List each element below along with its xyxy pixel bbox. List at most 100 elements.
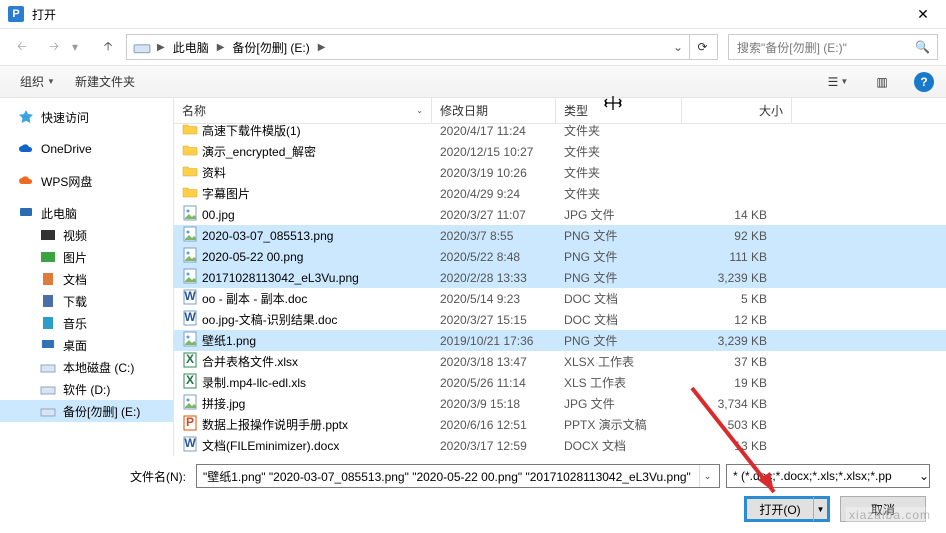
file-row[interactable]: X合并表格文件.xlsx2020/3/18 13:47XLSX 工作表37 KB (174, 351, 946, 372)
file-type: 文件夹 (556, 185, 682, 202)
nav-up-button[interactable]: 🡡 (94, 33, 122, 61)
sidebar-this-pc[interactable]: 此电脑 (0, 202, 173, 224)
sidebar-drive-c[interactable]: 本地磁盘 (C:) (0, 356, 173, 378)
file-size: 3,734 KB (682, 397, 775, 411)
preview-pane-button[interactable]: ▥ (862, 75, 902, 89)
file-icon (182, 163, 198, 182)
file-size: 19 KB (682, 376, 775, 390)
file-row[interactable]: 20171028113042_eL3Vu.png2020/2/28 13:33P… (174, 267, 946, 288)
file-row[interactable]: 壁纸1.png2019/10/21 17:36PNG 文件3,239 KB (174, 330, 946, 351)
open-button[interactable]: 打开(O) ▼ (744, 496, 830, 522)
help-icon[interactable]: ? (914, 72, 934, 92)
file-type: 文件夹 (556, 124, 682, 139)
sidebar-onedrive[interactable]: OneDrive (0, 138, 173, 160)
address-bar[interactable]: ▶ 此电脑 ▶ 备份[勿删] (E:) ▶ ⌄ ⟳ (126, 34, 718, 60)
file-row[interactable]: Woo.jpg-文稿-识别结果.doc2020/3/27 15:15DOC 文档… (174, 309, 946, 330)
file-type: JPG 文件 (556, 395, 682, 412)
filter-dropdown[interactable]: ⌄ (919, 469, 929, 483)
file-name: 2020-03-07_085513.png (202, 229, 333, 243)
file-size: 92 KB (682, 229, 775, 243)
file-size: 503 KB (682, 418, 775, 432)
filename-input[interactable]: "壁纸1.png" "2020-03-07_085513.png" "2020-… (196, 464, 720, 488)
sidebar-downloads[interactable]: 下载 (0, 290, 173, 312)
breadcrumb-segment-0[interactable]: 此电脑 (167, 35, 215, 59)
chevron-right-icon[interactable]: ▶ (215, 42, 227, 53)
file-type-filter[interactable]: * (*.doc;*.docx;*.xls;*.xlsx;*.pp ⌄ (726, 464, 930, 488)
column-headers: 名称⌄ 修改日期 类型 大小 (174, 98, 946, 124)
file-icon (182, 142, 198, 161)
address-dropdown[interactable]: ⌄ (667, 40, 689, 54)
view-mode-button[interactable]: ☰ ▼ (818, 75, 858, 89)
file-row[interactable]: X录制.mp4-llc-edl.xls2020/5/26 11:14XLS 工作… (174, 372, 946, 393)
file-size: 37 KB (682, 355, 775, 369)
sidebar-drive-e[interactable]: 备份[勿删] (E:) (0, 400, 173, 422)
sidebar-desktop[interactable]: 桌面 (0, 334, 173, 356)
sidebar-videos[interactable]: 视频 (0, 224, 173, 246)
file-row[interactable]: P数据上报操作说明手册.pptx2020/6/16 12:51PPTX 演示文稿… (174, 414, 946, 435)
new-folder-button[interactable]: 新建文件夹 (67, 70, 143, 93)
drive-icon (40, 381, 56, 397)
column-name[interactable]: 名称⌄ (174, 98, 432, 123)
open-split-dropdown[interactable]: ▼ (813, 497, 827, 521)
column-date[interactable]: 修改日期 (432, 98, 556, 123)
organize-button[interactable]: 组织▼ (12, 70, 63, 93)
file-row[interactable]: 高速下载件模版(1)2020/4/17 11:24文件夹 (174, 124, 946, 141)
file-type: XLSX 工作表 (556, 353, 682, 370)
file-date: 2020/3/27 11:07 (432, 208, 556, 222)
nav-recent-dropdown[interactable]: ▾ (72, 40, 90, 54)
sidebar-music[interactable]: 音乐 (0, 312, 173, 334)
search-input[interactable]: 搜索"备份[勿删] (E:)" 🔍 (728, 34, 938, 60)
sidebar-documents[interactable]: 文档 (0, 268, 173, 290)
file-icon: W (182, 436, 198, 455)
file-row[interactable]: 拼接.jpg2020/3/9 15:18JPG 文件3,734 KB (174, 393, 946, 414)
file-row[interactable]: 00.jpg2020/3/27 11:07JPG 文件14 KB (174, 204, 946, 225)
file-row[interactable]: 字幕图片2020/4/29 9:24文件夹 (174, 183, 946, 204)
file-type: DOC 文档 (556, 311, 682, 328)
refresh-button[interactable]: ⟳ (689, 35, 715, 59)
file-type: PNG 文件 (556, 332, 682, 349)
close-button[interactable]: ✕ (900, 0, 946, 29)
file-row[interactable]: 资料2020/3/19 10:26文件夹 (174, 162, 946, 183)
column-type[interactable]: 类型 (556, 98, 682, 123)
file-row[interactable]: W文档(FILEminimizer).docx2020/3/17 12:59DO… (174, 435, 946, 456)
file-type: DOCX 文档 (556, 437, 682, 454)
file-row[interactable]: 演示_encrypted_解密2020/12/15 10:27文件夹 (174, 141, 946, 162)
sidebar-drive-d[interactable]: 软件 (D:) (0, 378, 173, 400)
sidebar-pictures[interactable]: 图片 (0, 246, 173, 268)
file-row[interactable]: 2020-03-07_085513.png2020/3/7 8:55PNG 文件… (174, 225, 946, 246)
search-icon[interactable]: 🔍 (915, 40, 933, 54)
file-icon (182, 205, 198, 224)
desktop-icon (40, 337, 56, 353)
file-size: 5 KB (682, 292, 775, 306)
chevron-right-icon[interactable]: ▶ (155, 42, 167, 53)
file-row[interactable]: 2020-05-22 00.png2020/5/22 8:48PNG 文件111… (174, 246, 946, 267)
nav-forward-button[interactable]: 🡢 (40, 33, 68, 61)
file-date: 2020/12/15 10:27 (432, 145, 556, 159)
file-name: 拼接.jpg (202, 395, 245, 412)
file-list[interactable]: 高速下载件模版(1)2020/4/17 11:24文件夹演示_encrypted… (174, 124, 946, 456)
pictures-icon (40, 249, 56, 265)
filename-dropdown[interactable]: ⌄ (699, 465, 715, 487)
music-icon (40, 315, 56, 331)
file-date: 2020/3/18 13:47 (432, 355, 556, 369)
breadcrumb-segment-1[interactable]: 备份[勿删] (E:) (226, 35, 315, 59)
nav-back-button[interactable]: 🡠 (8, 33, 36, 61)
svg-text:X: X (186, 352, 194, 366)
sidebar-wps[interactable]: WPS网盘 (0, 170, 173, 192)
column-size[interactable]: 大小 (682, 98, 792, 123)
file-icon: W (182, 310, 198, 329)
file-date: 2020/3/27 15:15 (432, 313, 556, 327)
file-icon (182, 268, 198, 287)
sidebar-quick-access[interactable]: 快速访问 (0, 106, 173, 128)
file-name: 2020-05-22 00.png (202, 250, 303, 264)
file-size: 14 KB (682, 208, 775, 222)
file-row[interactable]: Woo - 副本 - 副本.doc2020/5/14 9:23DOC 文档5 K… (174, 288, 946, 309)
chevron-right-icon[interactable]: ▶ (316, 42, 328, 53)
file-name: 壁纸1.png (202, 332, 256, 349)
sidebar: 快速访问 OneDrive WPS网盘 此电脑 视频 图片 文档 下载 音乐 桌… (0, 98, 174, 456)
file-type: JPG 文件 (556, 206, 682, 223)
file-date: 2019/10/21 17:36 (432, 334, 556, 348)
documents-icon (40, 271, 56, 287)
svg-text:W: W (184, 310, 196, 324)
file-type: DOC 文档 (556, 290, 682, 307)
